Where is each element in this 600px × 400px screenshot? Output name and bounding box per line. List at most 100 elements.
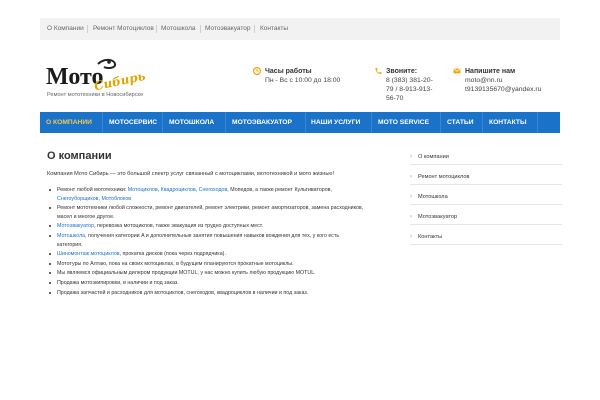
phone-line[interactable]: 56-70 (386, 94, 433, 103)
page-title: О компании (47, 150, 112, 162)
divider (102, 112, 103, 133)
list-text: Продажа мотоэкипировки, в наличии и под … (57, 279, 179, 286)
list-item-line: категория. (57, 241, 407, 250)
chevron-right-icon: › (410, 194, 412, 200)
nav-item-articles[interactable]: СТАТЬИ (447, 112, 474, 133)
list-item-line: Мотошкола, получения категории A и допол… (57, 232, 407, 241)
divider (254, 25, 255, 33)
intro-text: Компания Мото Сибирь — это большой спект… (47, 171, 335, 177)
divider (305, 112, 306, 133)
clock-icon (253, 67, 261, 75)
list-item-line: Мотоэвакуатор, перевозка мотоциклов, так… (57, 222, 407, 231)
email-link[interactable]: moto@nn.ru (465, 76, 541, 85)
list-item: Продажа запчастей и расходников для мото… (49, 289, 407, 298)
email-link[interactable]: t9139135670@yandex.ru (465, 85, 541, 94)
email-block: Напишите нам moto@nn.ru t9139135670@yand… (453, 67, 541, 94)
list-text: Ремонт мототехники любой сложности, ремо… (57, 205, 364, 212)
topbar-link-contacts[interactable]: Контакты (260, 25, 288, 32)
sidebar-item-tow[interactable]: › Мотоэвакуатор (410, 212, 562, 225)
nav-item-motoservice[interactable]: МОТОСЕРВИС (109, 112, 157, 133)
nav-item-contacts[interactable]: КОНТАКТЫ (489, 112, 527, 133)
list-text: , перевозка мотоциклов, также эвакуация … (94, 223, 264, 230)
page: О Компании Ремонт Мотоциклов Мотошкола М… (0, 0, 600, 400)
list-item-line: масел и многое другое. (57, 213, 407, 222)
list-text: Мототуры по Алтаю, пока на своих мотоцик… (57, 260, 294, 267)
list-item-line: Мы являемся официальным дилером продукци… (57, 269, 407, 278)
service-link[interactable]: Мотоэвакуатор (57, 223, 94, 229)
nav-item-about[interactable]: О КОМПАНИИ (46, 112, 92, 133)
phone-block: Звоните: 8 (383) 381-20- 79 / 8-913-913-… (375, 67, 433, 103)
list-text: Мы являемся официальным дилером продукци… (57, 270, 316, 277)
hours-title: Часы работы (265, 68, 312, 75)
list-item: Мотошкола, получения категории A и допол… (49, 232, 407, 250)
nav-item-services[interactable]: НАШИ УСЛУГИ (311, 112, 360, 133)
list-item-line: Продажа мотоэкипировки, в наличии и под … (57, 279, 407, 288)
list-item: Ремонт мототехники любой сложности, ремо… (49, 204, 407, 222)
mail-icon (453, 68, 461, 74)
site-logo[interactable]: Мото Сибирь (46, 57, 156, 93)
divider (537, 112, 538, 133)
topbar-link-about[interactable]: О Компании (47, 25, 84, 32)
divider (371, 112, 372, 133)
list-text: , Мопедов, а также ремонт Культиваторов, (227, 187, 332, 193)
main-nav: О КОМПАНИИ МОТОСЕРВИС МОТОШКОЛА МОТОЭВАК… (40, 112, 560, 133)
nav-item-school[interactable]: МОТОШКОЛА (169, 112, 214, 133)
topbar-link-tow[interactable]: Мотоэвакуатор (205, 25, 251, 32)
sidebar-item-school[interactable]: › Мотошкола (410, 192, 562, 205)
list-text: Ремонт любой мототехники: (57, 187, 128, 193)
list-item-line: Снегоуборщиков, Мотоблоков (57, 195, 407, 204)
chevron-right-icon: › (410, 154, 412, 160)
service-link[interactable]: Мотошкола (57, 233, 85, 239)
services-list: Ремонт любой мототехники: Мотоциклов, Кв… (47, 186, 407, 298)
sidebar-menu: › О компании › Ремонт мотоциклов › Мотошкол… (410, 152, 562, 252)
hours-value: Пн - Вс с 10:00 до 18:00 (265, 77, 341, 84)
list-item: Шиномонтаж мотоциклов, прокатка дисков (… (49, 250, 407, 259)
chevron-right-icon: › (410, 214, 412, 220)
phone-icon (375, 68, 382, 75)
divider (440, 112, 441, 133)
service-link[interactable]: Мотоблоков (101, 196, 131, 202)
list-item: Мотоэвакуатор, перевозка мотоциклов, так… (49, 222, 407, 231)
list-item-line: Продажа запчастей и расходников для мото… (57, 289, 407, 298)
sidebar-item-about[interactable]: › О компании (410, 152, 562, 165)
list-text: категория. (57, 241, 83, 248)
list-item: Продажа мотоэкипировки, в наличии и под … (49, 279, 407, 288)
divider (225, 112, 226, 133)
service-link[interactable]: Шиномонтаж мотоциклов (57, 251, 120, 257)
divider (482, 112, 483, 133)
site-tagline: Ремонт мототехники в Новосибирске (47, 92, 144, 98)
logo-graphic: Мото Сибирь (46, 58, 147, 93)
divider (162, 112, 163, 133)
list-text: , получения категории A и дополнительные… (85, 232, 340, 239)
list-item-line: Ремонт любой мототехники: Мотоциклов, Кв… (57, 186, 407, 195)
email-title: Напишите нам (465, 68, 516, 75)
service-link[interactable]: Снегоуборщиков (57, 196, 99, 202)
nav-item-moto-service[interactable]: MOTO SERVICE (378, 112, 429, 133)
topbar-link-moto-repair[interactable]: Ремонт Мотоциклов (93, 25, 154, 32)
list-text: масел и многое другое. (57, 213, 115, 220)
sidebar-item-label: Мотоэвакуатор (418, 214, 458, 220)
list-item: Мототуры по Алтаю, пока на своих мотоцик… (49, 260, 407, 269)
list-item-line: Мототуры по Алтаю, пока на своих мотоцик… (57, 260, 407, 269)
top-bar: О Компании Ремонт Мотоциклов Мотошкола М… (40, 18, 560, 40)
service-link[interactable]: Квадроциклов (161, 187, 196, 193)
list-text: Продажа запчастей и расходников для мото… (57, 289, 309, 296)
nav-item-tow[interactable]: МОТОЭВАКУАТОР (232, 112, 292, 133)
sidebar-item-label: Контакты (418, 234, 443, 240)
phone-line[interactable]: 8 (383) 381-20- (386, 76, 433, 85)
service-link[interactable]: Мотоциклов (128, 187, 158, 193)
sidebar-item-label: Ремонт мотоциклов (418, 174, 470, 180)
list-item-line: Шиномонтаж мотоциклов, прокатка дисков (… (57, 250, 407, 259)
divider (87, 25, 88, 33)
topbar-link-school[interactable]: Мотошкола (161, 25, 196, 32)
sidebar-item-moto-repair[interactable]: › Ремонт мотоциклов (410, 172, 562, 185)
sidebar-item-label: Мотошкола (418, 194, 448, 200)
phone-line[interactable]: 79 / 8-913-913- (386, 85, 433, 94)
list-item-line: Ремонт мототехники любой сложности, ремо… (57, 204, 407, 213)
sidebar-item-contacts[interactable]: › Контакты (410, 232, 562, 245)
phone-title: Звоните: (386, 68, 418, 75)
list-text: , прокатка дисков (пока через подрядчика… (119, 251, 226, 258)
service-link[interactable]: Снегоходов (199, 187, 228, 193)
list-item: Ремонт любой мототехники: Мотоциклов, Кв… (49, 186, 407, 204)
chevron-right-icon: › (410, 174, 412, 180)
